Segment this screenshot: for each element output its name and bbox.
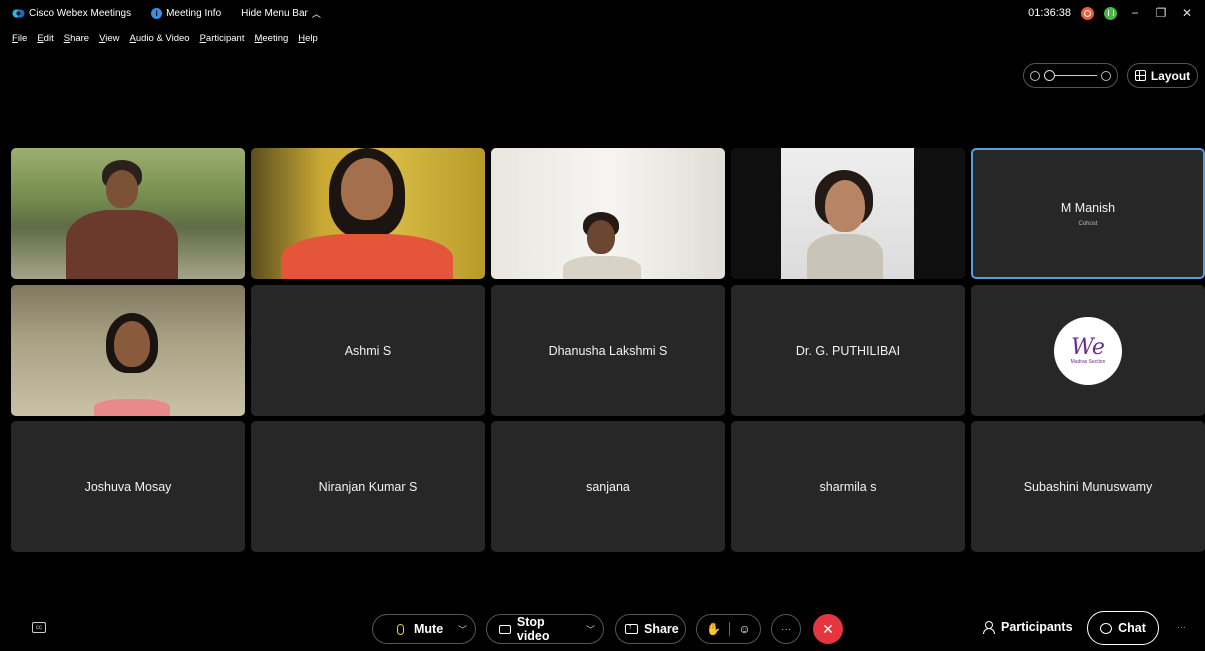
hide-menu-bar-button[interactable]: Hide Menu Bar ︿ xyxy=(241,7,321,20)
participants-button[interactable]: Participants xyxy=(983,620,1073,634)
meeting-info-label: Meeting Info xyxy=(166,7,222,19)
zoom-knob[interactable] xyxy=(1044,70,1055,81)
mute-button[interactable]: Mute ﹀ xyxy=(372,614,476,644)
logo-section-text: Madras Section xyxy=(1070,358,1106,365)
chevron-down-icon[interactable]: ﹀ xyxy=(586,623,595,636)
wie-madras-logo: We Madras Section xyxy=(1054,316,1122,385)
participant-name: Dr. G. PUTHILIBAI xyxy=(795,343,901,358)
video-tile-subashini-munuswamy[interactable]: Subashini Munuswamy xyxy=(971,421,1205,552)
closed-captions-icon[interactable]: cc xyxy=(32,622,46,633)
end-call-button[interactable]: ✕ xyxy=(813,614,843,644)
app-title: Cisco Webex Meetings xyxy=(12,7,131,20)
meeting-timer: 01:36:38 xyxy=(1028,7,1071,19)
hide-menu-bar-label: Hide Menu Bar xyxy=(241,7,308,19)
participant-name: Dhanusha Lakshmi S xyxy=(548,343,668,358)
webex-logo-icon xyxy=(12,8,25,18)
mute-label: Mute xyxy=(414,622,444,636)
grid-layout-icon xyxy=(1134,70,1146,81)
network-status-icon[interactable] xyxy=(1104,6,1117,20)
video-tile-sanjana[interactable]: sanjana xyxy=(491,421,725,552)
participant-name: Subashini Munuswamy xyxy=(1023,479,1153,494)
divider xyxy=(729,622,731,636)
reactions-group[interactable]: ✋ ☺ xyxy=(696,614,761,644)
video-tile-niranjan-kumar-s[interactable]: Niranjan Kumar S xyxy=(251,421,485,552)
stop-video-label: Stop video xyxy=(516,615,550,643)
participants-icon xyxy=(983,621,995,634)
participant-name: M Manish xyxy=(1060,200,1116,215)
video-tile-participant-2[interactable] xyxy=(251,148,485,279)
chat-button[interactable]: Chat xyxy=(1087,611,1159,645)
layout-button[interactable]: Layout xyxy=(1127,63,1198,88)
participant-name: Joshuva Mosay xyxy=(84,479,172,494)
video-tile-sharmila-s[interactable]: sharmila s xyxy=(731,421,965,552)
menu-help[interactable]: Help xyxy=(298,33,318,44)
participant-video xyxy=(11,148,245,279)
video-frame xyxy=(781,148,914,279)
video-tile-participant-1[interactable] xyxy=(11,148,245,279)
minimize-icon[interactable]: − xyxy=(1127,6,1143,20)
menu-meeting[interactable]: Meeting xyxy=(254,33,288,44)
participant-name: sanjana xyxy=(586,479,630,494)
app-name: Cisco Webex Meetings xyxy=(29,7,132,19)
menu-edit[interactable]: Edit xyxy=(37,33,53,44)
menu-bar: File Edit Share View Audio & Video Parti… xyxy=(12,33,318,44)
raise-hand-icon[interactable]: ✋ xyxy=(706,622,721,636)
share-screen-icon xyxy=(625,622,638,634)
stop-video-button[interactable]: Stop video ﹀ xyxy=(486,614,604,644)
participant-name: sharmila s xyxy=(819,479,877,494)
participant-name: Ashmi S xyxy=(344,343,392,358)
close-icon[interactable]: ✕ xyxy=(1179,6,1195,20)
zoom-in-icon[interactable] xyxy=(1101,70,1111,81)
info-icon: i xyxy=(151,7,163,19)
menu-share[interactable]: Share xyxy=(64,33,89,44)
title-bar: Cisco Webex Meetings i Meeting Info Hide… xyxy=(0,0,1205,26)
participant-video xyxy=(11,285,245,416)
video-tile-participant-5[interactable] xyxy=(11,285,245,416)
video-tile-m-manish[interactable]: M Manish Cohost xyxy=(971,148,1205,279)
menu-participant[interactable]: Participant xyxy=(200,33,245,44)
video-tile-ashmi-s[interactable]: Ashmi S xyxy=(251,285,485,416)
participant-name: Niranjan Kumar S xyxy=(318,479,418,494)
menu-view[interactable]: View xyxy=(99,33,119,44)
chat-bubble-icon xyxy=(1100,622,1113,634)
microphone-icon xyxy=(397,623,404,635)
overflow-menu-icon[interactable]: ··· xyxy=(1177,622,1186,632)
more-options-button[interactable]: ··· xyxy=(771,614,801,644)
chevron-up-icon: ︿ xyxy=(311,8,321,19)
recording-icon[interactable] xyxy=(1081,6,1094,20)
logo-text: We xyxy=(1071,334,1105,360)
video-tile-participant-3[interactable] xyxy=(491,148,725,279)
participants-label: Participants xyxy=(1001,620,1073,634)
video-tile-participant-4[interactable] xyxy=(731,148,965,279)
chevron-down-icon[interactable]: ﹀ xyxy=(458,623,467,636)
zoom-out-icon[interactable] xyxy=(1030,70,1040,81)
meeting-info-button[interactable]: i Meeting Info xyxy=(151,7,222,19)
video-tile-joshuva-mosay[interactable]: Joshuva Mosay xyxy=(11,421,245,552)
participant-video xyxy=(731,148,965,279)
chat-label: Chat xyxy=(1118,621,1146,635)
menu-audio-video[interactable]: Audio & Video xyxy=(130,33,190,44)
video-tile-dhanusha-lakshmi-s[interactable]: Dhanusha Lakshmi S xyxy=(491,285,725,416)
video-tile-wie-logo[interactable]: We Madras Section xyxy=(971,285,1205,416)
camera-icon xyxy=(499,624,511,634)
layout-label: Layout xyxy=(1150,68,1191,83)
reaction-icon[interactable]: ☺ xyxy=(738,622,750,636)
zoom-slider[interactable] xyxy=(1023,63,1118,88)
participant-video xyxy=(491,148,725,279)
restore-icon[interactable]: ❐ xyxy=(1153,6,1169,20)
share-label: Share xyxy=(644,622,679,636)
zoom-track[interactable] xyxy=(1044,70,1097,81)
video-tile-dr-g-puthilibai[interactable]: Dr. G. PUTHILIBAI xyxy=(731,285,965,416)
share-button[interactable]: Share xyxy=(615,614,686,644)
participant-video xyxy=(251,148,485,279)
participant-role: Cohost xyxy=(1078,220,1098,227)
menu-file[interactable]: File xyxy=(12,33,27,44)
